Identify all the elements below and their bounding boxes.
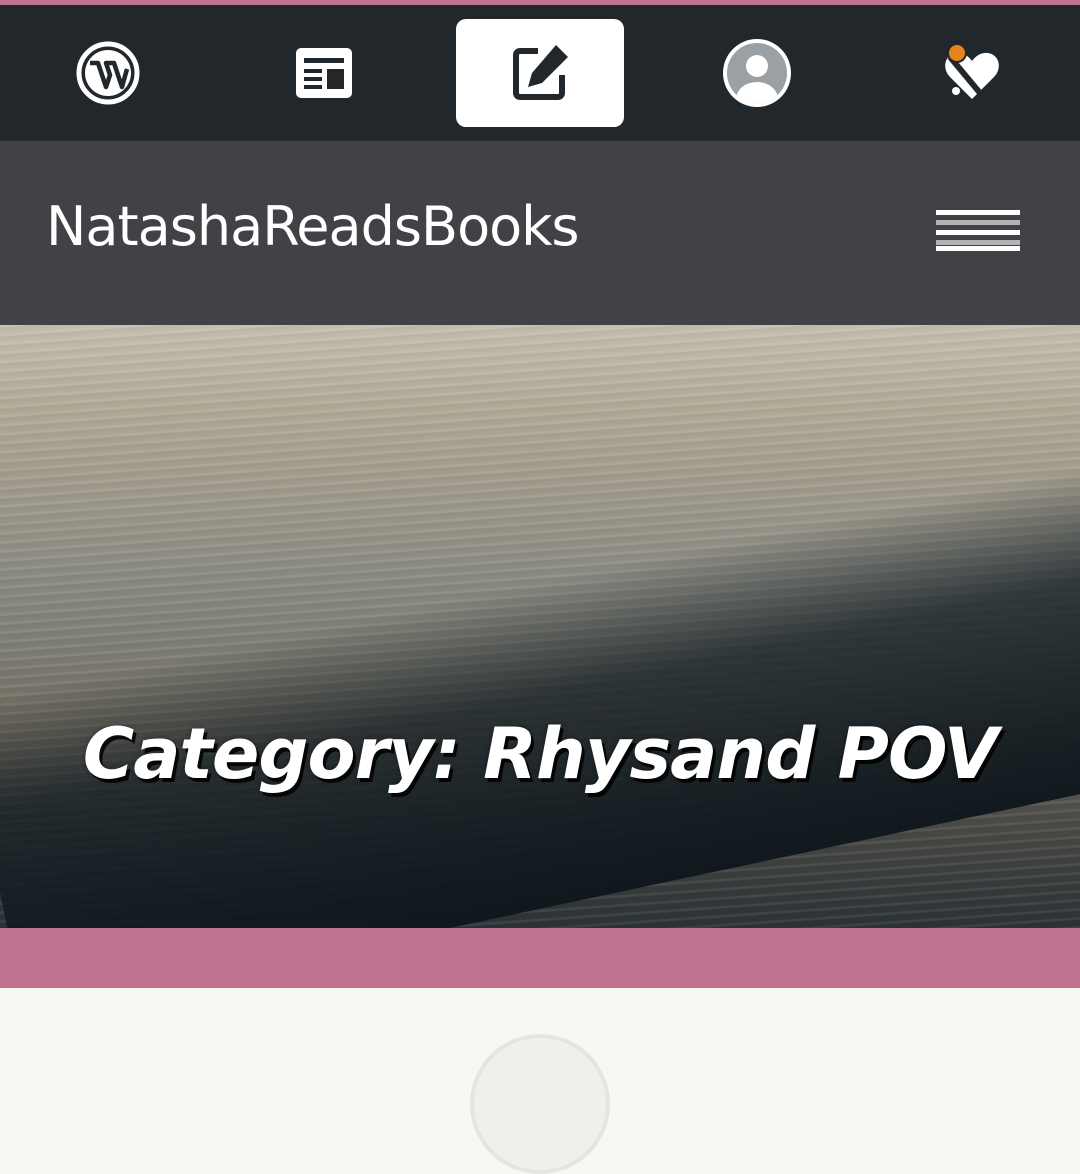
reader-icon: [296, 48, 352, 98]
write-icon: [513, 45, 568, 100]
menu-bar-top: [936, 210, 1020, 215]
profile-icon: [723, 39, 791, 107]
notifications-icon: [945, 43, 999, 99]
hamburger-menu-icon[interactable]: [932, 206, 1022, 256]
menu-bar-gap-top: [936, 220, 1020, 225]
reader-tab[interactable]: [240, 19, 408, 127]
hero-header-image: [0, 325, 1080, 928]
menu-bar-gap-bottom: [936, 240, 1020, 245]
wordpress-logo-icon: [76, 41, 140, 105]
category-heading: Category: Rhysand POV: [82, 713, 998, 795]
notifications-tab[interactable]: [888, 19, 1056, 127]
me-tab[interactable]: [673, 19, 841, 127]
site-title[interactable]: NatashaReadsBooks: [46, 195, 580, 259]
my-sites-tab[interactable]: [24, 19, 192, 127]
wordpress-app-toolbar: [0, 5, 1080, 141]
pink-accent-band: [0, 928, 1080, 988]
author-avatar: [470, 1034, 610, 1174]
write-tab[interactable]: [456, 19, 624, 127]
menu-bar-middle: [936, 230, 1020, 235]
menu-bar-bottom: [936, 246, 1020, 251]
